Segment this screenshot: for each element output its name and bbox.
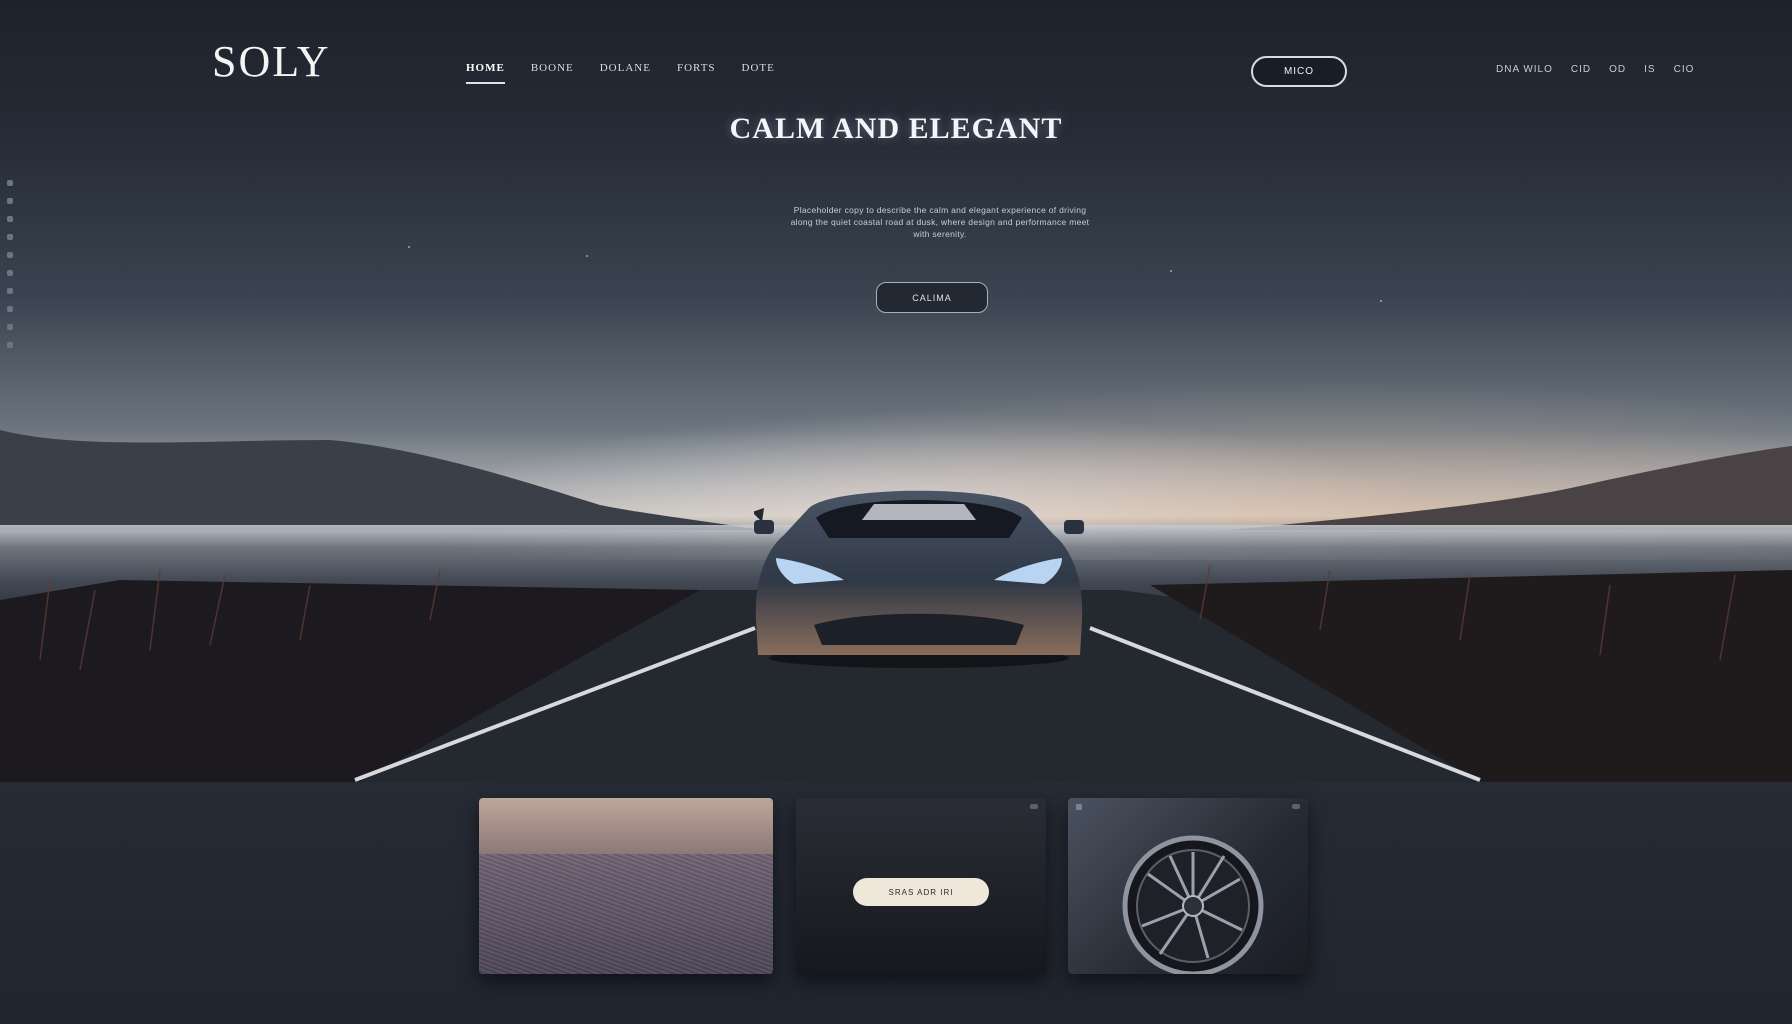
sports-car <box>754 490 1084 668</box>
texture-card[interactable] <box>479 798 773 974</box>
side-rail <box>4 180 16 510</box>
promo-card[interactable]: SRAS ADR IRI <box>796 798 1046 974</box>
rail-icon[interactable] <box>7 216 13 222</box>
wheel-icon <box>1122 835 1264 974</box>
texture-image <box>479 854 773 974</box>
rail-icon[interactable] <box>7 324 13 330</box>
star <box>1170 270 1172 272</box>
nav-item-forts[interactable]: FORTS <box>677 62 716 84</box>
rail-icon[interactable] <box>7 306 13 312</box>
card-menu-icon[interactable] <box>1030 804 1038 809</box>
rail-icon[interactable] <box>7 198 13 204</box>
utility-link[interactable]: OD <box>1609 64 1626 75</box>
wheel-card[interactable] <box>1068 798 1308 974</box>
rail-icon[interactable] <box>7 252 13 258</box>
rail-icon[interactable] <box>7 342 13 348</box>
main-nav: HOME BOONE DOLANE FORTS DOTE <box>466 62 775 84</box>
nav-item-home[interactable]: HOME <box>466 62 505 84</box>
card-corner-icon <box>1076 804 1082 810</box>
hero-section: SOLY HOME BOONE DOLANE FORTS DOTE MICO D… <box>0 0 1792 782</box>
brand-logo[interactable]: SOLY <box>212 36 331 87</box>
utility-link[interactable]: IS <box>1644 64 1655 75</box>
hero-cta-button[interactable]: CALIMA <box>876 282 988 313</box>
star <box>1380 300 1382 302</box>
right-mountain <box>1230 446 1792 530</box>
utility-link[interactable]: CID <box>1571 64 1591 75</box>
rail-icon[interactable] <box>7 180 13 186</box>
star <box>408 246 410 248</box>
hero-description: Placeholder copy to describe the calm an… <box>790 205 1090 239</box>
nav-item-boone[interactable]: BOONE <box>531 62 574 84</box>
rail-icon[interactable] <box>7 270 13 276</box>
promo-pill-button[interactable]: SRAS ADR IRI <box>853 878 989 906</box>
star <box>586 255 588 257</box>
nav-item-dolane[interactable]: DOLANE <box>600 62 651 84</box>
utility-links: DNA WILO CID OD IS CIO <box>1496 64 1694 75</box>
rail-icon[interactable] <box>7 234 13 240</box>
hero-title: CALM AND ELEGANT <box>729 112 1063 145</box>
rail-icon[interactable] <box>7 288 13 294</box>
nav-item-dote[interactable]: DOTE <box>742 62 775 84</box>
utility-link[interactable]: CIO <box>1674 64 1695 75</box>
left-mountain <box>0 430 760 530</box>
utility-link[interactable]: DNA WILO <box>1496 64 1553 75</box>
card-menu-icon[interactable] <box>1292 804 1300 809</box>
header-button[interactable]: MICO <box>1251 56 1347 87</box>
